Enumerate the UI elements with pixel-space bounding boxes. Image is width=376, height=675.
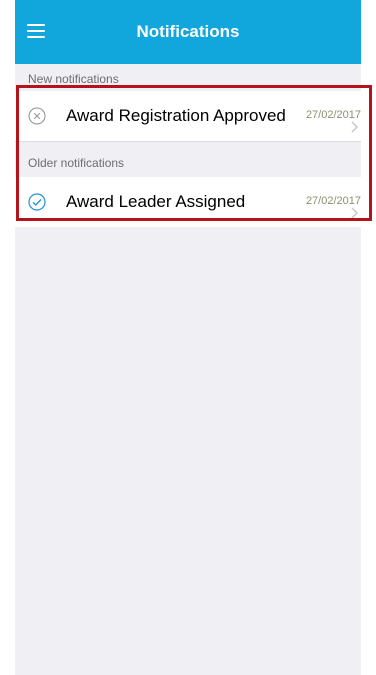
- page-title: Notifications: [136, 22, 240, 41]
- notification-row-registration-approved[interactable]: Award Registration Approved 27/02/2017: [15, 91, 361, 141]
- notification-date: 27/02/2017: [305, 109, 361, 121]
- notification-row-leader-assigned[interactable]: Award Leader Assigned 27/02/2017: [15, 177, 361, 227]
- chevron-right-icon: [351, 207, 358, 219]
- section-header-new: New notifications: [28, 72, 119, 86]
- divider: [15, 141, 361, 142]
- section-header-older: Older notifications: [28, 156, 125, 170]
- notification-date: 27/02/2017: [305, 195, 361, 207]
- chevron-right-icon: [351, 121, 358, 133]
- notification-title: Award Leader Assigned: [66, 192, 246, 211]
- navigation-bar: Notifications: [15, 0, 361, 64]
- circle-check-icon: [28, 193, 46, 211]
- notification-title: Award Registration Approved: [66, 106, 286, 125]
- circle-x-icon: [28, 107, 46, 125]
- notifications-screen: Notifications New notifications Award Re…: [15, 0, 361, 675]
